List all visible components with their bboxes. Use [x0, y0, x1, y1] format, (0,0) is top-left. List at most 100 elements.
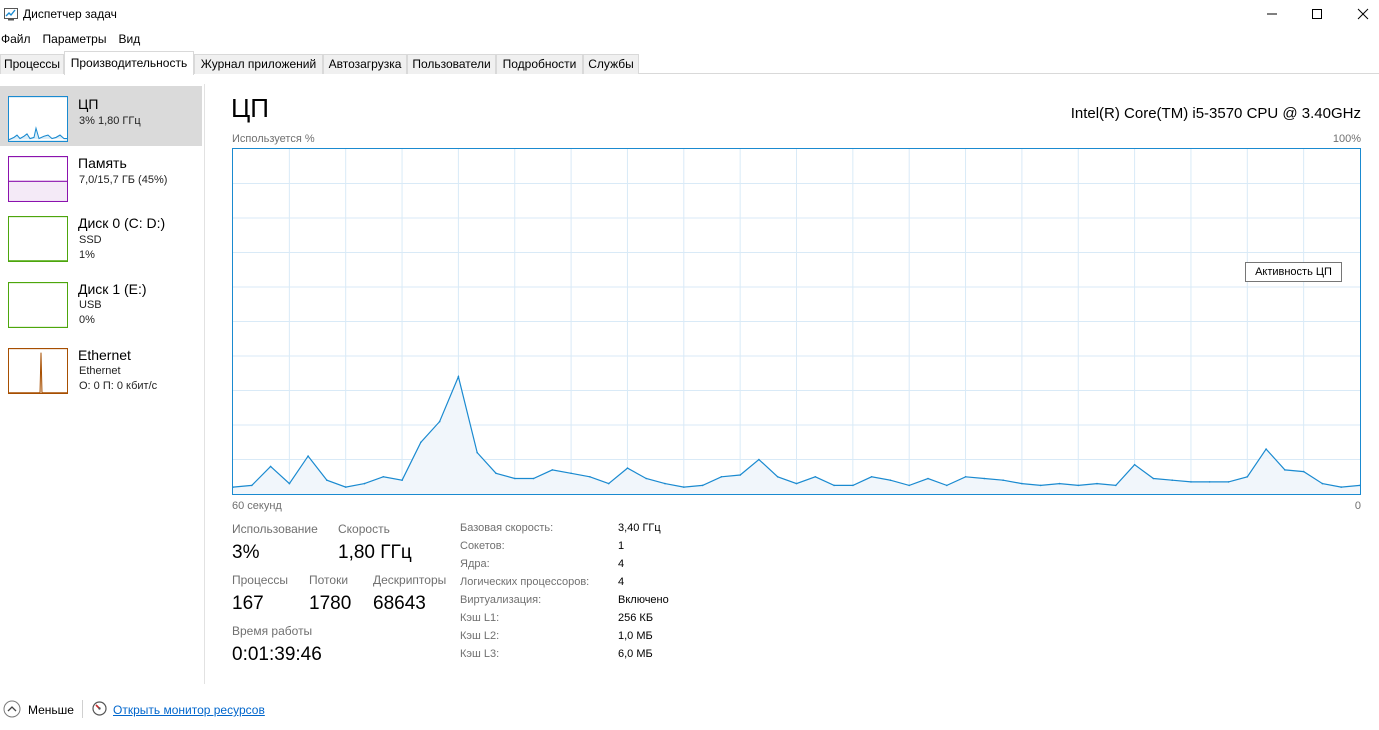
tab-details[interactable]: Подробности — [496, 54, 583, 74]
resource-sub-disk0-usage: 1% — [79, 249, 95, 261]
tab-processes[interactable]: Процессы — [0, 54, 64, 74]
cpu-thumbnail — [8, 96, 68, 142]
info-label-l2: Кэш L2: — [460, 630, 500, 642]
cpu-data-point — [401, 479, 403, 482]
cpu-data-point — [420, 441, 422, 444]
resource-list: ЦП 3% 1,80 ГГц Память 7,0/15,7 ГБ (45%) … — [0, 84, 205, 684]
info-value-l2: 1,0 МБ — [618, 630, 653, 642]
cpu-data-point — [307, 455, 309, 457]
cpu-data-point — [1021, 482, 1023, 485]
cpu-data-point — [908, 484, 910, 487]
cpu-data-point — [1002, 479, 1004, 482]
resource-sub-ethernet-rate: О: 0 П: 0 кбит/с — [79, 380, 158, 392]
cpu-data-point — [1077, 484, 1080, 487]
footer: Меньше Открыть монитор ресурсов — [0, 696, 1379, 724]
cpu-data-point — [739, 474, 741, 476]
cpu-data-point — [607, 482, 610, 485]
handles-value: 68643 — [373, 593, 426, 614]
threads-label: Потоки — [309, 573, 349, 587]
minimize-button[interactable] — [1249, 0, 1295, 28]
cpu-data-point — [1302, 470, 1305, 473]
ethernet-thumbnail — [8, 348, 68, 394]
tab-app-history[interactable]: Журнал приложений — [194, 54, 323, 74]
cpu-data-point — [438, 420, 441, 423]
cpu-data-point — [382, 476, 385, 478]
cpu-data-point — [983, 477, 986, 480]
cpu-data-point — [664, 482, 666, 485]
info-label-virtualization: Виртуализация: — [460, 594, 542, 606]
cpu-data-point — [589, 476, 591, 478]
minimize-icon — [1267, 13, 1277, 15]
info-value-logical: 4 — [618, 576, 625, 588]
close-icon — [1357, 8, 1369, 20]
info-value-l3: 6,0 МБ — [618, 648, 653, 660]
tab-services[interactable]: Службы — [583, 54, 639, 74]
cpu-data-point — [1190, 481, 1192, 483]
resource-sub-disk1-usage: 0% — [79, 314, 95, 326]
usage-value: 3% — [232, 542, 260, 563]
resource-title-disk1: Диск 1 (E:) — [78, 281, 147, 297]
cpu-data-point — [570, 472, 572, 475]
tab-startup[interactable]: Автозагрузка — [323, 54, 407, 74]
processes-label: Процессы — [232, 573, 289, 587]
open-resource-monitor-link[interactable]: Открыть монитор ресурсов — [113, 703, 265, 717]
resource-item-disk1[interactable]: Диск 1 (E:) USB 0% — [0, 278, 202, 340]
cpu-graph — [232, 148, 1361, 495]
window-title: Диспетчер задач — [23, 7, 117, 21]
resource-sub-disk0-type: SSD — [79, 234, 102, 246]
fewer-details-button[interactable]: Меньше — [28, 703, 74, 717]
info-value-base-speed: 3,40 ГГц — [618, 522, 661, 534]
cpu-data-point — [551, 469, 554, 471]
cpu-data-point — [1133, 463, 1136, 466]
resource-item-ethernet[interactable]: Ethernet Ethernet О: 0 П: 0 кбит/с — [0, 344, 202, 406]
resource-title-ethernet: Ethernet — [78, 347, 131, 363]
maximize-button[interactable] — [1294, 0, 1340, 28]
chevron-up-icon[interactable] — [3, 700, 21, 718]
resource-sub-ethernet-type: Ethernet — [79, 365, 121, 377]
resource-item-memory[interactable]: Память 7,0/15,7 ГБ (45%) — [0, 152, 202, 214]
cpu-data-point — [683, 486, 685, 488]
title-bar: Диспетчер задач — [0, 0, 1379, 30]
cpu-data-point — [889, 479, 892, 482]
tab-users[interactable]: Пользователи — [407, 54, 496, 74]
menu-options[interactable]: Параметры — [41, 30, 113, 48]
disk1-thumbnail — [8, 282, 68, 328]
cpu-data-point — [457, 375, 460, 378]
info-value-virtualization: Включено — [618, 594, 669, 606]
cpu-data-point — [1058, 482, 1061, 485]
cpu-data-point — [852, 484, 854, 487]
cpu-data-point — [626, 467, 629, 469]
cpu-data-point — [927, 477, 929, 480]
menu-view[interactable]: Вид — [116, 30, 146, 48]
info-label-l3: Кэш L3: — [460, 648, 500, 660]
processes-value: 167 — [232, 593, 264, 614]
cpu-data-point — [363, 482, 366, 485]
cpu-data-point — [833, 484, 835, 487]
resource-title-cpu: ЦП — [78, 96, 99, 112]
speed-value: 1,80 ГГц — [338, 542, 412, 563]
resource-title-disk0: Диск 0 (C: D:) — [78, 215, 166, 231]
resource-item-disk0[interactable]: Диск 0 (C: D:) SSD 1% — [0, 212, 202, 274]
cpu-data-point — [1321, 482, 1324, 485]
tab-performance[interactable]: Производительность — [64, 51, 194, 75]
cpu-data-point — [1039, 484, 1042, 487]
cpu-graph-svg — [232, 149, 1361, 494]
resource-sub-memory: 7,0/15,7 ГБ (45%) — [79, 174, 168, 186]
menu-file[interactable]: Файл — [0, 30, 37, 48]
cpu-data-point — [1284, 469, 1286, 471]
cpu-data-point — [288, 482, 291, 485]
menu-bar: Файл Параметры Вид — [0, 30, 150, 48]
cpu-data-point — [795, 482, 798, 485]
graph-label-time: 60 секунд — [232, 500, 282, 512]
cpu-data-point — [1265, 448, 1267, 450]
graph-label-usage: Используется % — [232, 133, 315, 145]
graph-grid — [233, 149, 1360, 494]
footer-divider — [82, 700, 83, 718]
cpu-data-point — [870, 476, 873, 478]
tab-bar: Процессы Производительность Журнал прило… — [0, 51, 1379, 75]
close-button[interactable] — [1340, 0, 1379, 28]
resource-item-cpu[interactable]: ЦП 3% 1,80 ГГц — [0, 86, 202, 146]
cpu-data-point — [1152, 477, 1155, 480]
cpu-data-point — [645, 477, 647, 480]
cpu-data-point — [1171, 479, 1173, 482]
